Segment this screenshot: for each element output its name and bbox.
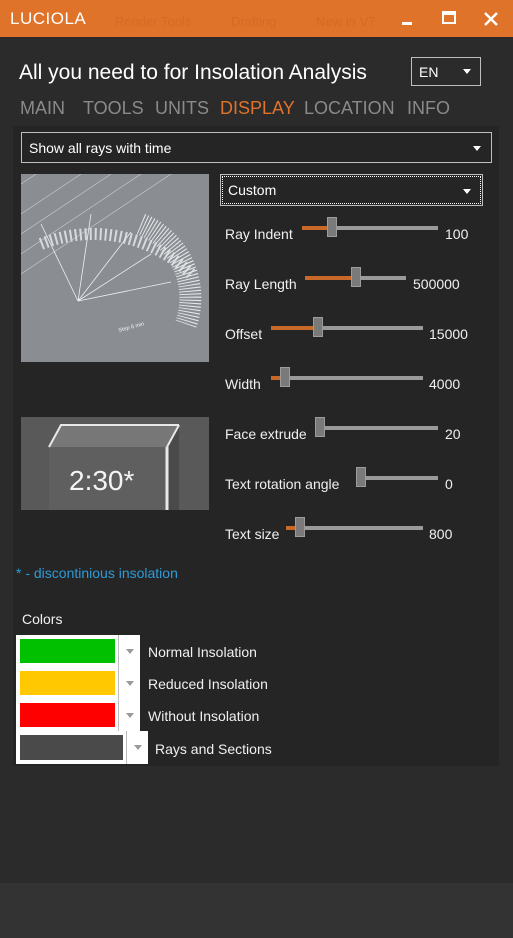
text-size-slider[interactable] <box>286 517 423 537</box>
text-rotation-angle-label: Text rotation angle <box>225 476 340 492</box>
width-value: 4000 <box>429 376 461 392</box>
reduced-insolation-swatch <box>20 671 115 695</box>
face-extrude-value: 20 <box>445 426 461 442</box>
slider-fill <box>271 326 319 330</box>
chevron-down-icon <box>134 745 142 750</box>
page-title: All you need to for Insolation Analysis <box>19 61 367 84</box>
without-insolation-color-picker[interactable] <box>16 699 140 731</box>
slider-thumb[interactable] <box>313 317 324 337</box>
face-extrude-label: Face extrude <box>225 426 307 442</box>
text-rotation-angle-value: 0 <box>445 476 453 492</box>
chevron-down-icon <box>463 69 471 74</box>
chevron-down-icon <box>126 713 134 718</box>
tab-location[interactable]: LOCATION <box>304 98 395 119</box>
slider-thumb[interactable] <box>294 517 305 537</box>
ghost-tab-new: New in V7 <box>316 14 376 29</box>
width-label: Width <box>225 376 261 392</box>
tab-display[interactable]: DISPLAY <box>220 98 295 119</box>
normal-insolation-label: Normal Insolation <box>148 644 257 660</box>
ray-indent-slider[interactable] <box>302 217 438 237</box>
ray-length-slider[interactable] <box>305 267 406 287</box>
offset-slider[interactable] <box>271 317 423 337</box>
tab-main[interactable]: MAIN <box>20 98 65 119</box>
ray-mode-dropdown[interactable]: Show all rays with time <box>21 132 492 163</box>
slider-thumb[interactable] <box>326 217 337 237</box>
tab-units[interactable]: UNITS <box>155 98 209 119</box>
ray-indent-label: Ray Indent <box>225 226 293 242</box>
slider-thumb[interactable] <box>350 267 361 287</box>
text-size-label: Text size <box>225 526 280 542</box>
width-slider[interactable] <box>271 367 423 387</box>
tab-info[interactable]: INFO <box>407 98 450 119</box>
reduced-insolation-color-picker[interactable] <box>16 667 140 699</box>
slider-thumb[interactable] <box>315 417 325 437</box>
color-dropdown-button[interactable] <box>118 667 140 699</box>
normal-insolation-color-picker[interactable] <box>16 635 140 667</box>
ghost-tab-render-tools: Render Tools <box>115 14 192 29</box>
discontinuous-insolation-note: * - discontinious insolation <box>16 565 178 581</box>
ray-indent-value: 100 <box>445 226 469 242</box>
chevron-down-icon <box>463 189 471 194</box>
chevron-down-icon <box>126 681 134 686</box>
minimize-icon[interactable] <box>394 6 420 32</box>
without-insolation-swatch <box>20 703 115 727</box>
text-size-value: 800 <box>429 526 453 542</box>
rays-preview-image: Step 6 min <box>21 174 209 362</box>
time-label-preview-image: 2:30* <box>21 417 209 510</box>
face-extrude-slider[interactable] <box>315 417 438 437</box>
text-rotation-angle-slider[interactable] <box>356 467 438 487</box>
preview-step-label: Step 6 min <box>118 321 145 334</box>
color-dropdown-button[interactable] <box>118 635 140 667</box>
reduced-insolation-label: Reduced Insolation <box>148 676 268 692</box>
language-select[interactable]: EN <box>411 57 481 86</box>
normal-insolation-swatch <box>20 639 115 663</box>
rays-and-sections-label: Rays and Sections <box>155 741 272 757</box>
title-bar: LUCIOLA Render Tools Drafting New in V7 <box>0 0 513 37</box>
rays-and-sections-swatch <box>20 735 123 760</box>
ghost-tab-drafting: Drafting <box>231 14 277 29</box>
without-insolation-label: Without Insolation <box>148 708 260 724</box>
tab-tools[interactable]: TOOLS <box>83 98 144 119</box>
ray-length-label: Ray Length <box>225 276 297 292</box>
preset-value: Custom <box>228 182 277 198</box>
slider-thumb[interactable] <box>279 367 290 387</box>
maximize-icon[interactable] <box>436 6 462 32</box>
preview-time-label: 2:30* <box>69 465 134 496</box>
close-icon[interactable] <box>478 6 504 32</box>
language-value: EN <box>419 64 439 80</box>
chevron-down-icon <box>126 649 134 654</box>
offset-value: 15000 <box>429 326 468 342</box>
app-name: LUCIOLA <box>10 9 87 28</box>
slider-fill <box>305 276 356 280</box>
color-dropdown-button[interactable] <box>126 731 148 764</box>
slider-thumb[interactable] <box>356 467 366 487</box>
offset-label: Offset <box>225 326 263 342</box>
colors-heading: Colors <box>22 611 63 627</box>
rays-and-sections-color-picker[interactable] <box>16 731 148 764</box>
color-dropdown-button[interactable] <box>118 699 140 731</box>
ray-mode-value: Show all rays with time <box>29 140 172 156</box>
chevron-down-icon <box>473 146 481 151</box>
footer-bar <box>0 883 513 938</box>
ray-length-value: 500000 <box>413 276 460 292</box>
preset-dropdown[interactable]: Custom <box>220 174 483 206</box>
